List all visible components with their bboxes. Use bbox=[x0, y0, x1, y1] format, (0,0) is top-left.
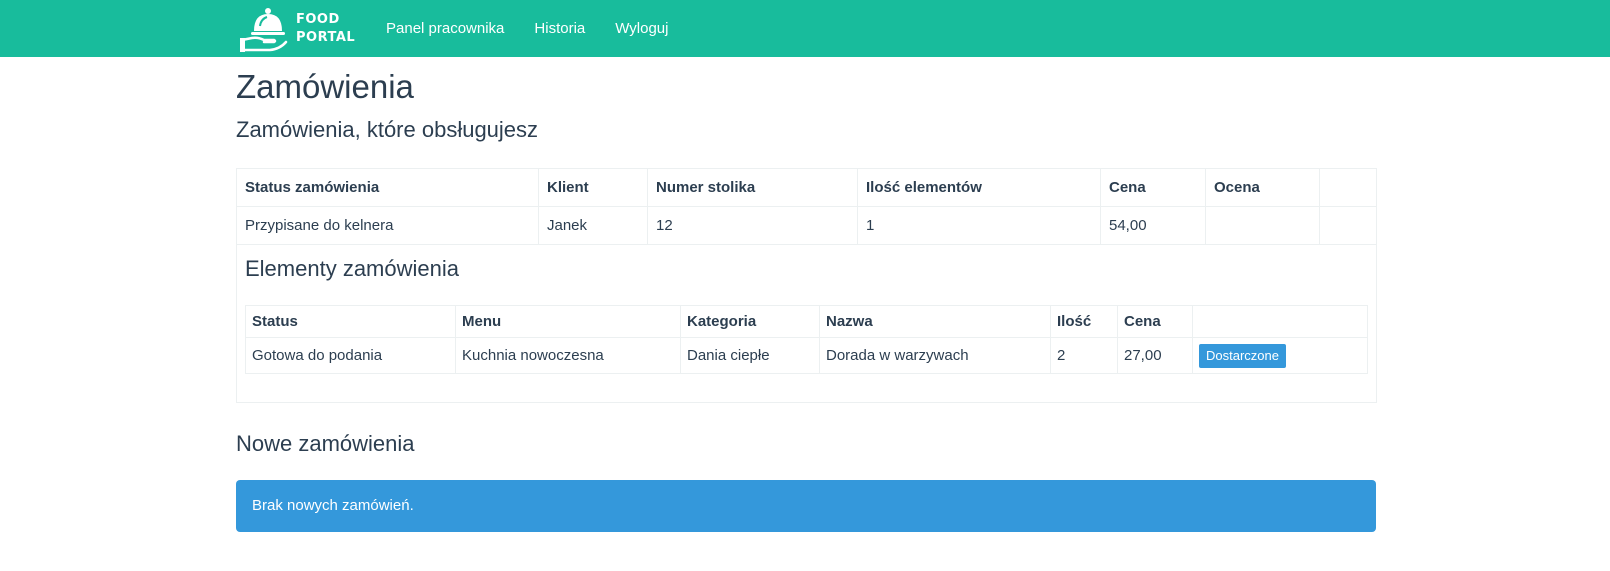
items-table-header-row: Status Menu Kategoria Nazwa Ilość Cena bbox=[245, 305, 1368, 338]
cloche-serving-icon bbox=[240, 7, 288, 52]
extra-cell bbox=[1319, 206, 1377, 245]
column-header-action bbox=[1192, 305, 1368, 338]
table-row: Gotowa do podania Kuchnia nowoczesna Dan… bbox=[245, 337, 1368, 374]
navbar: FOOD PORTAL Panel pracownika Historia Wy… bbox=[0, 0, 1610, 57]
item-quantity-cell: 2 bbox=[1050, 337, 1118, 374]
column-header-rating: Ocena bbox=[1205, 168, 1320, 207]
delivered-button[interactable]: Dostarczone bbox=[1199, 343, 1286, 368]
column-header-name: Nazwa bbox=[819, 305, 1051, 338]
nav-link-employee-panel[interactable]: Panel pracownika bbox=[386, 20, 504, 37]
item-count-cell: 1 bbox=[857, 206, 1101, 245]
item-action-cell: Dostarczone bbox=[1192, 337, 1368, 374]
column-header-menu: Menu bbox=[455, 305, 681, 338]
client-cell: Janek bbox=[538, 206, 648, 245]
column-header-category: Kategoria bbox=[680, 305, 820, 338]
brand-text: FOOD PORTAL bbox=[296, 11, 355, 47]
order-details-row: Elementy zamówienia Status Menu Kategori… bbox=[236, 244, 1377, 403]
brand-line-2: PORTAL bbox=[296, 29, 356, 45]
item-name-cell: Dorada w warzywach bbox=[819, 337, 1051, 374]
brand-logo[interactable]: FOOD PORTAL bbox=[240, 0, 355, 57]
brand-line-1: FOOD bbox=[296, 11, 340, 27]
rating-cell bbox=[1205, 206, 1320, 245]
order-status-cell: Przypisane do kelnera bbox=[236, 206, 539, 245]
item-category-cell: Dania ciepłe bbox=[680, 337, 820, 374]
no-new-orders-alert: Brak nowych zamówień. bbox=[236, 480, 1376, 532]
price-cell: 54,00 bbox=[1100, 206, 1206, 245]
column-header-price: Cena bbox=[1100, 168, 1206, 207]
order-details-cell: Elementy zamówienia Status Menu Kategori… bbox=[236, 244, 1377, 403]
column-header-table-number: Numer stolika bbox=[647, 168, 858, 207]
column-header-extra bbox=[1319, 168, 1377, 207]
table-row[interactable]: Przypisane do kelnera Janek 12 1 54,00 bbox=[236, 206, 1377, 245]
column-header-item-price: Cena bbox=[1117, 305, 1193, 338]
nav-links: Panel pracownika Historia Wyloguj bbox=[386, 0, 698, 57]
column-header-item-count: Ilość elementów bbox=[857, 168, 1101, 207]
item-menu-cell: Kuchnia nowoczesna bbox=[455, 337, 681, 374]
item-price-cell: 27,00 bbox=[1117, 337, 1193, 374]
main-content: Zamówienia Zamówienia, które obsługujesz… bbox=[236, 57, 1377, 532]
column-header-order-status: Status zamówienia bbox=[236, 168, 539, 207]
item-status-cell: Gotowa do podania bbox=[245, 337, 456, 374]
nav-link-logout[interactable]: Wyloguj bbox=[615, 20, 668, 37]
orders-table-header-row: Status zamówienia Klient Numer stolika I… bbox=[236, 168, 1377, 207]
column-header-quantity: Ilość bbox=[1050, 305, 1118, 338]
column-header-status: Status bbox=[245, 305, 456, 338]
page-title: Zamówienia bbox=[236, 68, 414, 105]
handled-orders-title: Zamówienia, które obsługujesz bbox=[236, 117, 539, 142]
table-number-cell: 12 bbox=[647, 206, 858, 245]
order-items-title: Elementy zamówienia bbox=[245, 256, 459, 281]
column-header-client: Klient bbox=[538, 168, 648, 207]
order-items-table: Status Menu Kategoria Nazwa Ilość Cena G… bbox=[245, 305, 1368, 374]
new-orders-title: Nowe zamówienia bbox=[236, 431, 415, 456]
orders-table: Status zamówienia Klient Numer stolika I… bbox=[236, 168, 1377, 403]
nav-link-history[interactable]: Historia bbox=[534, 20, 585, 37]
